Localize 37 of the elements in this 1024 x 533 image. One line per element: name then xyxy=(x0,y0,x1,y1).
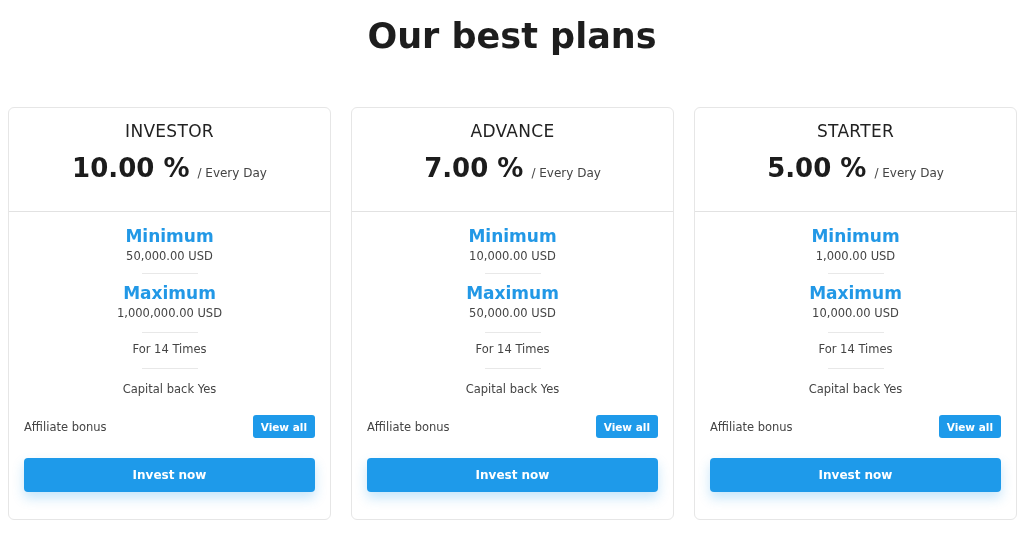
invest-now-button[interactable]: Invest now xyxy=(367,458,658,492)
affiliate-bonus-label: Affiliate bonus xyxy=(367,419,450,434)
plan-rate: 7.00 % xyxy=(424,153,524,183)
capital-back-text: Capital back Yes xyxy=(465,382,560,396)
plan-name: INVESTOR xyxy=(125,121,214,141)
rate-period: / Every Day xyxy=(874,166,944,180)
view-all-button[interactable]: View all xyxy=(938,415,1001,438)
plan-name: ADVANCE xyxy=(470,121,555,141)
view-all-button[interactable]: View all xyxy=(252,415,315,438)
maximum-amount: 1,000,000.00 USD xyxy=(116,306,222,320)
affiliate-bonus-label: Affiliate bonus xyxy=(24,419,107,434)
minimum-amount: 10,000.00 USD xyxy=(469,249,556,263)
invest-now-button[interactable]: Invest now xyxy=(24,458,315,492)
maximum-amount: 10,000.00 USD xyxy=(812,306,899,320)
maximum-label: Maximum xyxy=(123,283,216,303)
maximum-amount: 50,000.00 USD xyxy=(469,306,556,320)
plan-name: STARTER xyxy=(816,121,895,141)
minimum-label: Minimum xyxy=(811,226,900,246)
rate-period: / Every Day xyxy=(531,166,601,180)
minimum-label: Minimum xyxy=(125,226,214,246)
rate-period: / Every Day xyxy=(197,166,267,180)
affiliate-bonus-label: Affiliate bonus xyxy=(710,419,793,434)
view-all-button[interactable]: View all xyxy=(595,415,658,438)
plan-rate: 5.00 % xyxy=(767,153,867,183)
term-text: For 14 Times xyxy=(132,342,207,356)
section-heading: Our best plans xyxy=(366,15,658,58)
term-text: For 14 Times xyxy=(818,342,893,356)
capital-back-text: Capital back Yes xyxy=(808,382,903,396)
term-text: For 14 Times xyxy=(475,342,550,356)
maximum-label: Maximum xyxy=(809,283,902,303)
minimum-amount: 1,000.00 USD xyxy=(815,249,896,263)
capital-back-text: Capital back Yes xyxy=(122,382,217,396)
minimum-amount: 50,000.00 USD xyxy=(126,249,213,263)
minimum-label: Minimum xyxy=(468,226,557,246)
invest-now-button[interactable]: Invest now xyxy=(710,458,1001,492)
plan-rate: 10.00 % xyxy=(72,153,190,183)
maximum-label: Maximum xyxy=(466,283,559,303)
